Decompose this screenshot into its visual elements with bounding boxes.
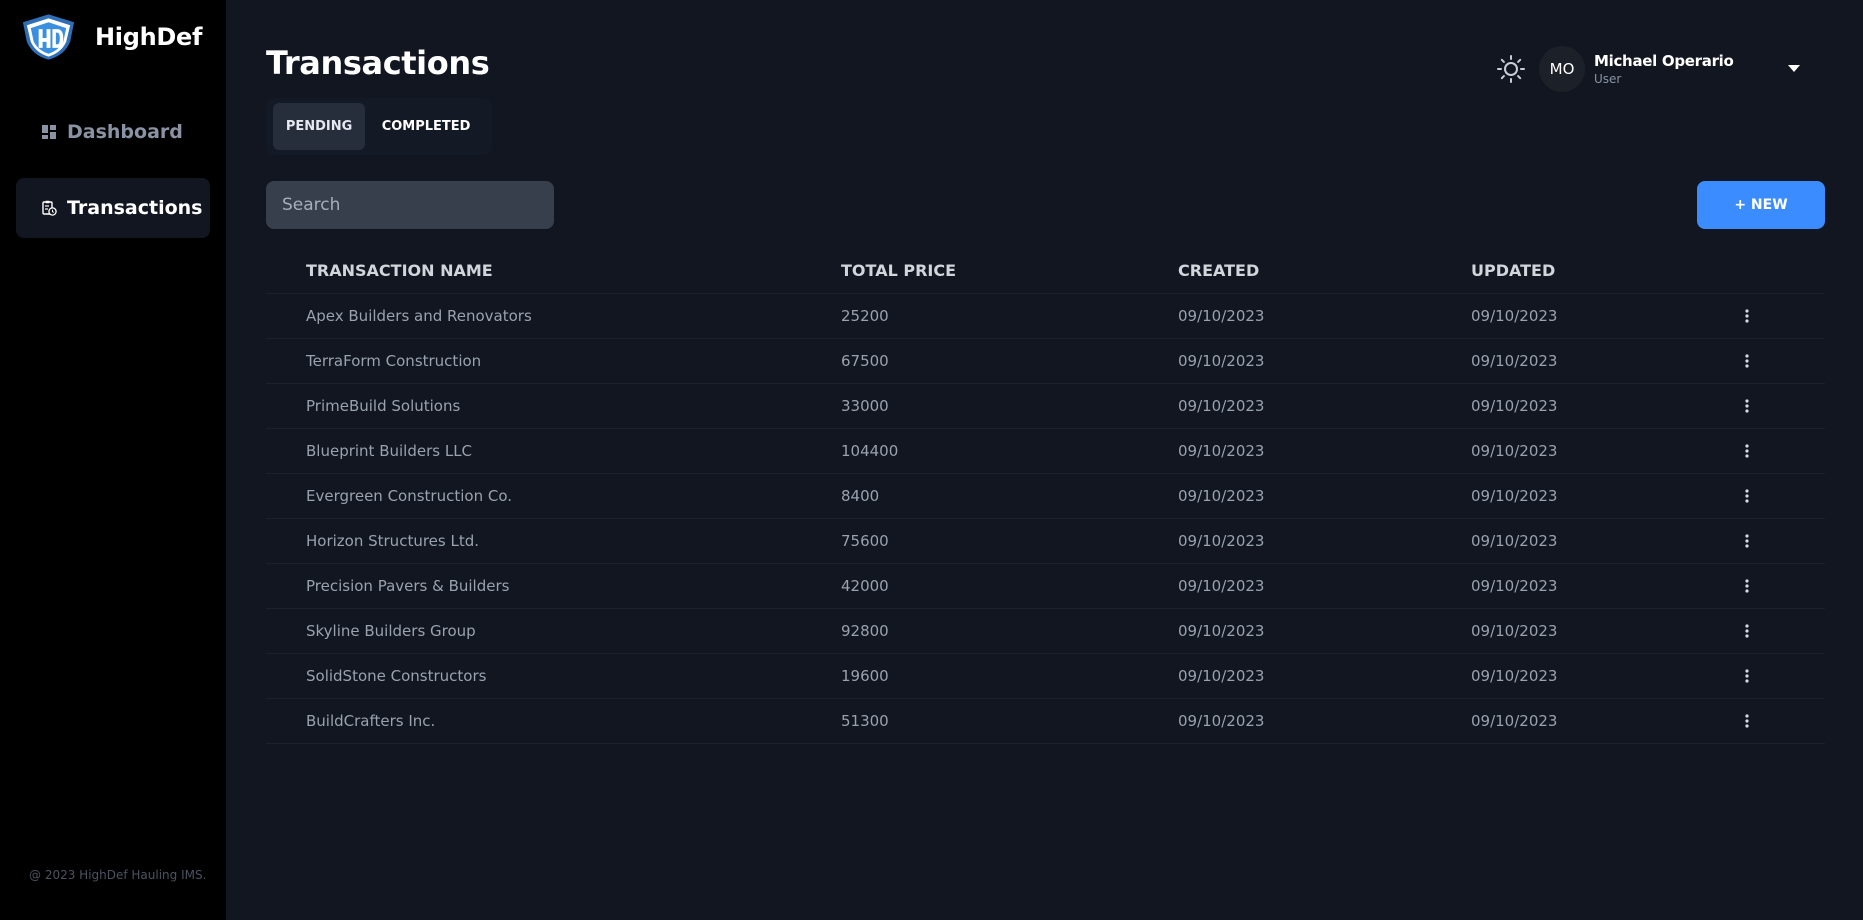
sidebar-item-label: Dashboard	[67, 121, 183, 143]
updated-date-cell: 09/10/2023	[1471, 622, 1558, 640]
search-input[interactable]	[266, 181, 554, 229]
header-user-area: MO Michael Operario User	[1493, 46, 1804, 92]
total-price-cell: 25200	[841, 307, 889, 325]
total-price-cell: 51300	[841, 712, 889, 730]
more-vertical-icon[interactable]	[1737, 619, 1757, 643]
created-date-cell: 09/10/2023	[1178, 667, 1265, 685]
sun-icon[interactable]	[1493, 51, 1529, 87]
more-vertical-icon[interactable]	[1737, 394, 1757, 418]
tab-pending[interactable]: PENDING	[273, 103, 366, 150]
more-vertical-icon[interactable]	[1737, 529, 1757, 553]
updated-date-cell: 09/10/2023	[1471, 487, 1558, 505]
new-transaction-button[interactable]: + NEW	[1697, 181, 1825, 229]
updated-date-cell: 09/10/2023	[1471, 667, 1558, 685]
table-row[interactable]: Blueprint Builders LLC 104400 09/10/2023 09…	[266, 429, 1825, 474]
column-header-updated[interactable]: UPDATED	[1471, 261, 1555, 280]
clipboard-clock-icon	[41, 200, 57, 216]
sidebar-item-transactions[interactable]: Transactions	[16, 178, 210, 238]
total-price-cell: 104400	[841, 442, 899, 460]
sidebar-item-dashboard[interactable]: Dashboard	[16, 102, 210, 162]
updated-date-cell: 09/10/2023	[1471, 532, 1558, 550]
created-date-cell: 09/10/2023	[1178, 352, 1265, 370]
transaction-name-cell: PrimeBuild Solutions	[306, 397, 461, 415]
transaction-name-cell: TerraForm Construction	[306, 352, 482, 370]
status-tabs: PENDING COMPLETED	[266, 98, 492, 155]
total-price-cell: 33000	[841, 397, 889, 415]
column-header-transaction-name[interactable]: TRANSACTION NAME	[306, 261, 493, 280]
more-vertical-icon[interactable]	[1737, 484, 1757, 508]
more-vertical-icon[interactable]	[1737, 664, 1757, 688]
user-name: Michael Operario	[1594, 52, 1734, 70]
page-title: Transactions	[266, 44, 490, 82]
created-date-cell: 09/10/2023	[1178, 397, 1265, 415]
dashboard-grid-icon	[41, 124, 57, 140]
updated-date-cell: 09/10/2023	[1471, 352, 1558, 370]
user-info: Michael Operario User	[1594, 52, 1784, 86]
sidebar: HighDef Dashboard Transactions @ 2023 Hi…	[0, 0, 226, 920]
updated-date-cell: 09/10/2023	[1471, 442, 1558, 460]
created-date-cell: 09/10/2023	[1178, 532, 1265, 550]
brand-logo[interactable]: HighDef	[19, 12, 202, 62]
created-date-cell: 09/10/2023	[1178, 577, 1265, 595]
more-vertical-icon[interactable]	[1737, 709, 1757, 733]
created-date-cell: 09/10/2023	[1178, 442, 1265, 460]
more-vertical-icon[interactable]	[1737, 304, 1757, 328]
transaction-name-cell: Evergreen Construction Co.	[306, 487, 513, 505]
transaction-name-cell: SolidStone Constructors	[306, 667, 487, 685]
avatar[interactable]: MO	[1539, 46, 1585, 92]
sidebar-item-label: Transactions	[67, 197, 203, 219]
transaction-name-cell: Precision Pavers & Builders	[306, 577, 510, 595]
table-row[interactable]: Precision Pavers & Builders 42000 09/10/20…	[266, 564, 1825, 609]
transaction-name-cell: Blueprint Builders LLC	[306, 442, 473, 460]
more-vertical-icon[interactable]	[1737, 349, 1757, 373]
total-price-cell: 42000	[841, 577, 889, 595]
table-row[interactable]: TerraForm Construction 67500 09/10/2023 09/…	[266, 339, 1825, 384]
brand-name: HighDef	[95, 23, 203, 51]
table-row[interactable]: PrimeBuild Solutions 33000 09/10/2023 09/10…	[266, 384, 1825, 429]
column-header-total-price[interactable]: TOTAL PRICE	[841, 261, 956, 280]
updated-date-cell: 09/10/2023	[1471, 397, 1558, 415]
total-price-cell: 75600	[841, 532, 889, 550]
table-row[interactable]: Skyline Builders Group 92800 09/10/2023 09/…	[266, 609, 1825, 654]
table-row[interactable]: Horizon Structures Ltd. 75600 09/10/2023 09…	[266, 519, 1825, 564]
user-role: User	[1594, 72, 1622, 86]
updated-date-cell: 09/10/2023	[1471, 307, 1558, 325]
total-price-cell: 67500	[841, 352, 889, 370]
tab-completed[interactable]: COMPLETED	[365, 103, 487, 150]
total-price-cell: 92800	[841, 622, 889, 640]
transactions-table: TRANSACTION NAME TOTAL PRICE CREATED UPD…	[266, 248, 1825, 744]
transaction-name-cell: Skyline Builders Group	[306, 622, 476, 640]
table-body: Apex Builders and Renovators 25200 09/10/2…	[266, 294, 1825, 744]
transaction-name-cell: Horizon Structures Ltd.	[306, 532, 480, 550]
table-row[interactable]: Apex Builders and Renovators 25200 09/10/2…	[266, 294, 1825, 339]
total-price-cell: 19600	[841, 667, 889, 685]
created-date-cell: 09/10/2023	[1178, 712, 1265, 730]
table-header: TRANSACTION NAME TOTAL PRICE CREATED UPD…	[266, 248, 1825, 294]
created-date-cell: 09/10/2023	[1178, 622, 1265, 640]
more-vertical-icon[interactable]	[1737, 574, 1757, 598]
total-price-cell: 8400	[841, 487, 880, 505]
table-row[interactable]: BuildCrafters Inc. 51300 09/10/2023 09/10/2…	[266, 699, 1825, 744]
shield-logo-icon	[22, 14, 75, 60]
transaction-name-cell: BuildCrafters Inc.	[306, 712, 436, 730]
updated-date-cell: 09/10/2023	[1471, 577, 1558, 595]
created-date-cell: 09/10/2023	[1178, 307, 1265, 325]
chevron-down-icon[interactable]	[1784, 59, 1804, 79]
more-vertical-icon[interactable]	[1737, 439, 1757, 463]
column-header-created[interactable]: CREATED	[1178, 261, 1259, 280]
transaction-name-cell: Apex Builders and Renovators	[306, 307, 532, 325]
table-row[interactable]: Evergreen Construction Co. 8400 09/10/2023…	[266, 474, 1825, 519]
copyright-footer: @ 2023 HighDef Hauling IMS.	[29, 868, 207, 882]
created-date-cell: 09/10/2023	[1178, 487, 1265, 505]
table-row[interactable]: SolidStone Constructors 19600 09/10/2023 09…	[266, 654, 1825, 699]
updated-date-cell: 09/10/2023	[1471, 712, 1558, 730]
